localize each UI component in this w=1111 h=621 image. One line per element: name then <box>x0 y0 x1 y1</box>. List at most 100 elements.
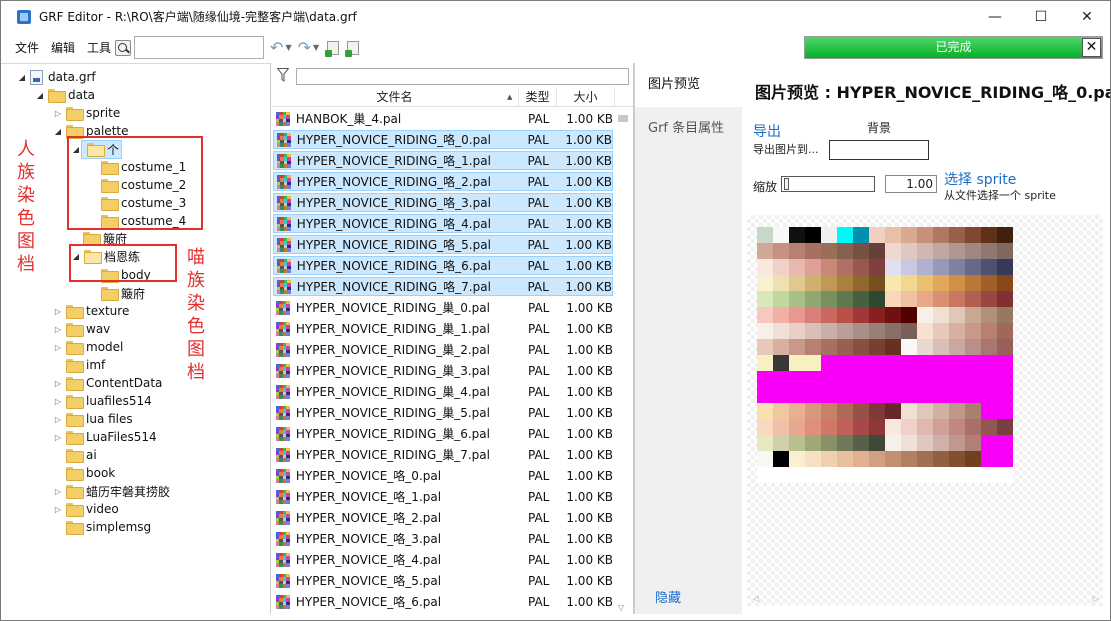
file-row[interactable]: HYPER_NOVICE_咯_0.pal PAL 1.00 KB <box>273 466 613 485</box>
minimize-button[interactable]: — <box>972 1 1018 32</box>
tab-image-preview[interactable]: 图片预览 <box>635 63 751 107</box>
expand-arrow-icon[interactable]: ◢ <box>35 91 45 100</box>
file-row[interactable]: HYPER_NOVICE_RIDING_巢_6.pal PAL 1.00 KB <box>273 424 613 443</box>
file-row[interactable]: HYPER_NOVICE_咯_5.pal PAL 1.00 KB <box>273 571 613 590</box>
file-row[interactable]: HYPER_NOVICE_RIDING_巢_0.pal PAL 1.00 KB <box>273 298 613 317</box>
tree-node-model[interactable]: ▷ model <box>53 338 123 356</box>
file-row[interactable]: HYPER_NOVICE_RIDING_巢_4.pal PAL 1.00 KB <box>273 382 613 401</box>
tree-node-root[interactable]: ◢ data.grf <box>17 68 96 86</box>
tree-node-ai[interactable]: ai <box>63 446 97 464</box>
column-type[interactable]: 类型 <box>519 87 557 107</box>
folder-icon <box>66 395 84 409</box>
column-name[interactable]: 文件名 <box>271 87 519 107</box>
expand-arrow-icon[interactable]: ◢ <box>17 73 27 82</box>
menu-edit[interactable]: 编辑 <box>51 39 75 56</box>
tree-node-wav[interactable]: ▷ wav <box>53 320 110 338</box>
export-link[interactable]: 导出 <box>753 121 781 141</box>
scroll-left-icon[interactable]: ◁ <box>753 594 759 603</box>
collapse-arrow-icon[interactable]: ▷ <box>53 415 63 424</box>
tree-node-luafiles514-lower[interactable]: ▷ luafiles514 <box>53 392 152 410</box>
tree-node-lua-files[interactable]: ▷ lua files <box>53 410 133 428</box>
collapse-arrow-icon[interactable]: ▷ <box>53 433 63 442</box>
file-row[interactable]: HYPER_NOVICE_RIDING_咯_0.pal PAL 1.00 KB <box>273 130 613 149</box>
select-sprite-link[interactable]: 选择 sprite <box>944 169 1016 189</box>
file-row[interactable]: HYPER_NOVICE_RIDING_巢_5.pal PAL 1.00 KB <box>273 403 613 422</box>
file-row[interactable]: HYPER_NOVICE_RIDING_咯_5.pal PAL 1.00 KB <box>273 235 613 254</box>
palette-swatch <box>821 243 837 259</box>
collapse-arrow-icon[interactable]: ▷ <box>53 109 63 118</box>
add-file-icon[interactable] <box>325 40 340 57</box>
tree-node-texture[interactable]: ▷ texture <box>53 302 129 320</box>
progress-close-button[interactable]: ✕ <box>1082 38 1101 57</box>
undo-dropdown-icon[interactable]: ▼ <box>285 43 291 52</box>
file-row[interactable]: HYPER_NOVICE_咯_1.pal PAL 1.00 KB <box>273 487 613 506</box>
expand-arrow-icon[interactable]: ◢ <box>53 127 63 136</box>
file-row[interactable]: HYPER_NOVICE_RIDING_咯_3.pal PAL 1.00 KB <box>273 193 613 212</box>
file-type: PAL <box>527 384 550 399</box>
file-row[interactable]: HANBOK_巢_4.pal PAL 1.00 KB <box>273 109 613 128</box>
file-row[interactable]: HYPER_NOVICE_RIDING_巢_7.pal PAL 1.00 KB <box>273 445 613 464</box>
zoom-slider-thumb[interactable] <box>784 178 789 190</box>
file-row[interactable]: HYPER_NOVICE_咯_2.pal PAL 1.00 KB <box>273 508 613 527</box>
file-row[interactable]: HYPER_NOVICE_RIDING_巢_2.pal PAL 1.00 KB <box>273 340 613 359</box>
zoom-value-input[interactable]: 1.00 <box>885 175 937 193</box>
file-row[interactable]: HYPER_NOVICE_RIDING_咯_6.pal PAL 1.00 KB <box>273 256 613 275</box>
file-size: 1.00 KB <box>566 594 613 609</box>
column-size[interactable]: 大小 <box>557 87 615 107</box>
collapse-arrow-icon[interactable]: ▷ <box>53 307 63 316</box>
add-folder-icon[interactable] <box>345 40 360 57</box>
redo-dropdown-icon[interactable]: ▼ <box>313 43 319 52</box>
collapse-arrow-icon[interactable]: ▷ <box>53 343 63 352</box>
menu-file[interactable]: 文件 <box>15 39 39 56</box>
palette-swatch <box>917 371 933 387</box>
collapse-arrow-icon[interactable]: ▷ <box>53 379 63 388</box>
file-row[interactable]: HYPER_NOVICE_咯_6.pal PAL 1.00 KB <box>273 592 613 611</box>
filter-input[interactable] <box>296 68 629 85</box>
palette-swatch <box>837 355 853 371</box>
palette-swatch <box>997 419 1013 435</box>
palette-swatch <box>805 259 821 275</box>
tree-node-body-b[interactable]: 簸府 <box>98 284 145 302</box>
tree-node-sprite[interactable]: ▷ sprite <box>53 104 120 122</box>
palette-swatch <box>821 419 837 435</box>
tree-node-imf[interactable]: imf <box>63 356 105 374</box>
file-row[interactable]: HYPER_NOVICE_RIDING_咯_7.pal PAL 1.00 KB <box>273 277 613 296</box>
tree-node-garbled[interactable]: ▷ 蜡历牢磐萁捞胶 <box>53 482 170 500</box>
undo-icon[interactable]: ↶ <box>270 38 283 57</box>
scroll-down-icon[interactable]: ▽ <box>618 603 624 612</box>
hide-link[interactable]: 隐藏 <box>655 587 681 606</box>
tree-node-book[interactable]: book <box>63 464 115 482</box>
file-row[interactable]: HYPER_NOVICE_RIDING_巢_3.pal PAL 1.00 KB <box>273 361 613 380</box>
tree-node-video[interactable]: ▷ video <box>53 500 119 518</box>
file-row[interactable]: HYPER_NOVICE_咯_4.pal PAL 1.00 KB <box>273 550 613 569</box>
palette-swatch <box>853 467 869 483</box>
file-type: PAL <box>527 594 550 609</box>
search-input[interactable] <box>134 36 265 59</box>
tree-node-simplemsg[interactable]: simplemsg <box>63 518 151 536</box>
tab-grf-properties[interactable]: Grf 条目属性 <box>635 107 743 151</box>
search-icon[interactable] <box>115 39 132 56</box>
redo-icon[interactable]: ↷ <box>298 38 311 57</box>
menu-tools[interactable]: 工具 <box>87 39 111 56</box>
horizontal-scrollbar[interactable]: ◁ ▷ <box>747 594 1107 606</box>
tree-node-luafiles514-upper[interactable]: ▷ LuaFiles514 <box>53 428 157 446</box>
file-row[interactable]: HYPER_NOVICE_咯_3.pal PAL 1.00 KB <box>273 529 613 548</box>
scroll-right-icon[interactable]: ▷ <box>1093 594 1099 603</box>
tree-node-data[interactable]: ◢ data <box>35 86 95 104</box>
background-color-swatch[interactable] <box>829 140 929 160</box>
maximize-button[interactable]: ☐ <box>1018 1 1064 32</box>
vertical-scrollbar[interactable]: ▽ <box>616 107 630 614</box>
collapse-arrow-icon[interactable]: ▷ <box>53 505 63 514</box>
file-row[interactable]: HYPER_NOVICE_RIDING_巢_1.pal PAL 1.00 KB <box>273 319 613 338</box>
file-row[interactable]: HYPER_NOVICE_RIDING_咯_4.pal PAL 1.00 KB <box>273 214 613 233</box>
zoom-slider[interactable] <box>781 176 875 192</box>
collapse-arrow-icon[interactable]: ▷ <box>53 397 63 406</box>
collapse-arrow-icon[interactable]: ▷ <box>53 487 63 496</box>
file-row[interactable]: HYPER_NOVICE_RIDING_咯_2.pal PAL 1.00 KB <box>273 172 613 191</box>
palette-swatch <box>853 451 869 467</box>
scrollbar-thumb[interactable] <box>618 115 628 122</box>
collapse-arrow-icon[interactable]: ▷ <box>53 325 63 334</box>
file-row[interactable]: HYPER_NOVICE_RIDING_咯_1.pal PAL 1.00 KB <box>273 151 613 170</box>
close-button[interactable]: ✕ <box>1064 1 1110 32</box>
tree-node-contentdata[interactable]: ▷ ContentData <box>53 374 162 392</box>
